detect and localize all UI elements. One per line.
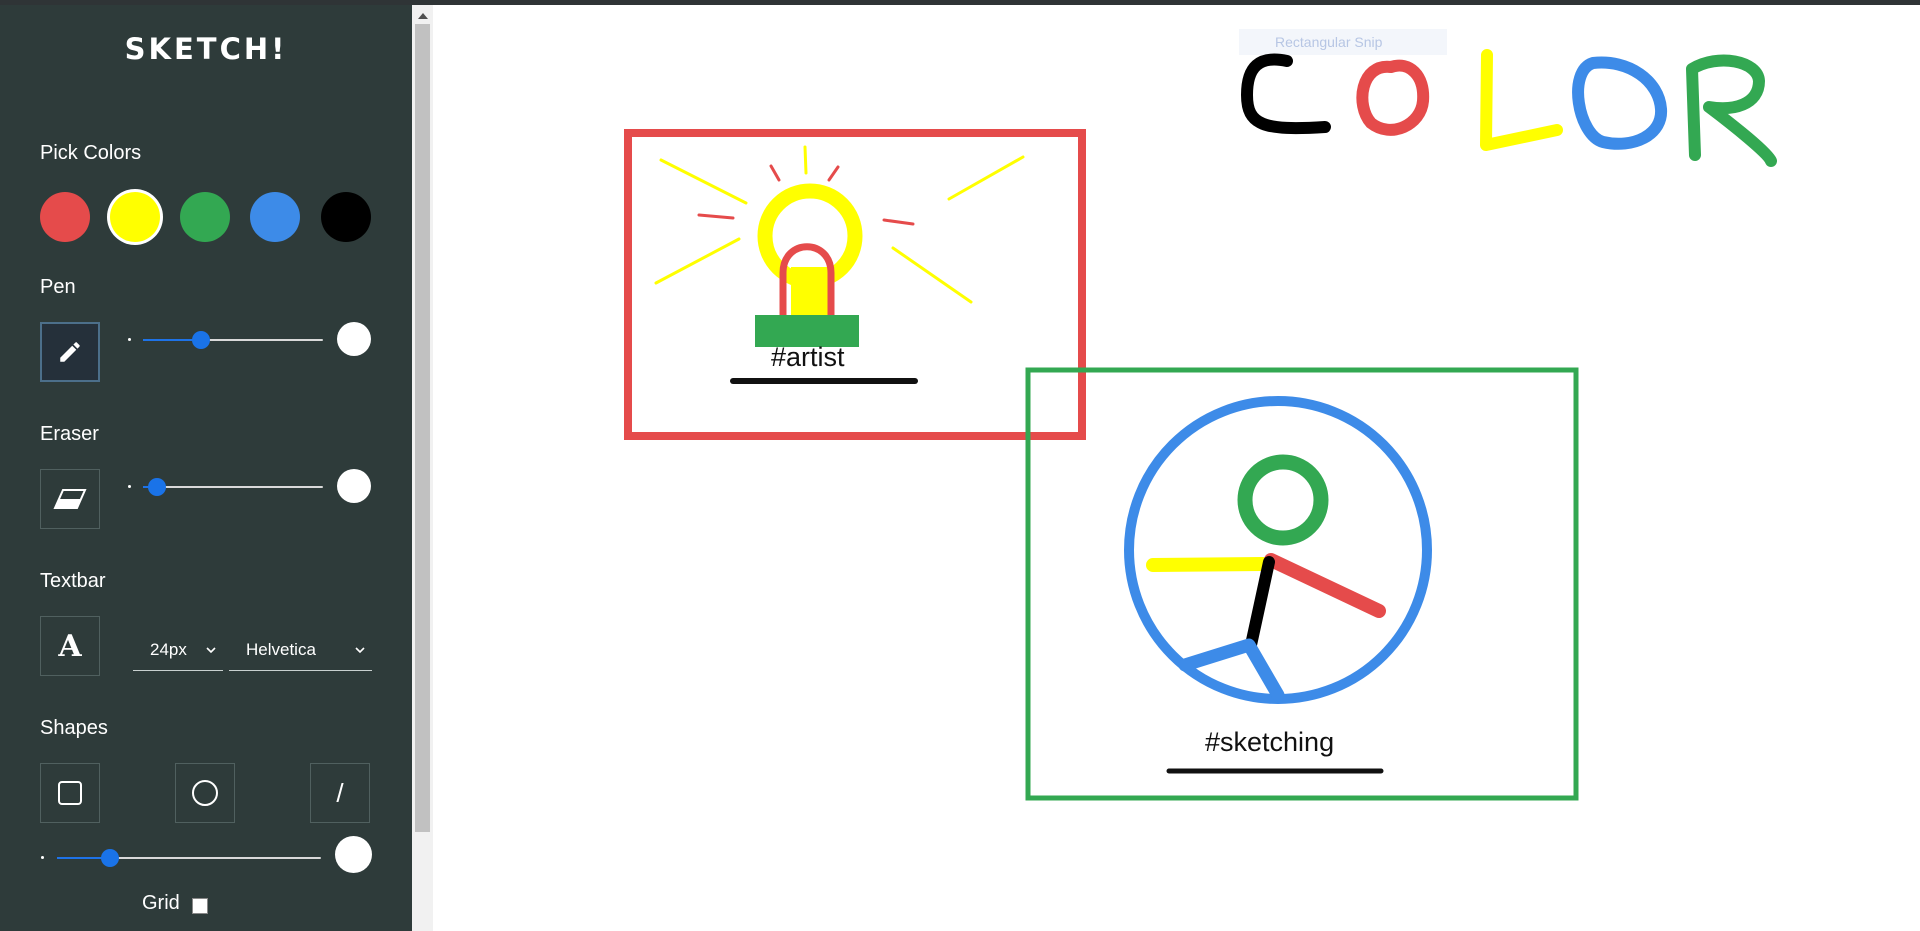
- bulb-base: [791, 267, 829, 322]
- tag-sketching: #sketching: [1205, 727, 1335, 757]
- font-family-select[interactable]: Helvetica: [229, 631, 372, 671]
- pick-colors-label: Pick Colors: [40, 142, 142, 164]
- color-swatch-black[interactable]: [321, 192, 371, 242]
- rectangle-tool-button[interactable]: [40, 763, 100, 823]
- color-swatch-green[interactable]: [180, 192, 230, 242]
- eraser-icon: [53, 488, 87, 510]
- line-icon: /: [336, 777, 344, 808]
- pen-label: Pen: [40, 276, 76, 298]
- pencil-icon: [57, 339, 83, 365]
- artist-drawing: [624, 129, 1086, 440]
- eraser-slider-thumb[interactable]: [148, 478, 167, 496]
- square-icon: [57, 780, 83, 806]
- app-title: SKETCH!: [124, 32, 288, 66]
- title-letter-r: [1686, 54, 1777, 167]
- color-swatch-blue[interactable]: [250, 192, 300, 242]
- scroll-up-arrow[interactable]: [418, 13, 428, 19]
- canvas-drawing: [624, 49, 1777, 801]
- shapes-label: Shapes: [40, 717, 108, 739]
- shape-slider-thumb[interactable]: [100, 849, 119, 867]
- eraser-tool-button[interactable]: [40, 469, 100, 529]
- sidebar-scrollbar[interactable]: [412, 5, 433, 931]
- color-swatch-red[interactable]: [40, 192, 90, 242]
- color-title-drawing: [1241, 49, 1777, 167]
- text-icon: A: [58, 628, 82, 664]
- textbar-label: Textbar: [40, 570, 106, 592]
- chevron-down-icon: [354, 641, 366, 661]
- grid-checkbox[interactable]: [192, 898, 208, 914]
- pen-max-size-dot: [337, 322, 371, 356]
- font-size-select[interactable]: 24px: [133, 631, 223, 671]
- line-tool-button[interactable]: /: [310, 763, 370, 823]
- title-letter-o: [1356, 59, 1430, 136]
- shape-size-slider[interactable]: [57, 849, 321, 867]
- figure-head: [1237, 454, 1329, 546]
- chevron-down-icon: [205, 641, 217, 661]
- text-tool-button[interactable]: A: [40, 616, 100, 676]
- grid-label: Grid: [142, 892, 180, 914]
- title-letter-o: [1572, 56, 1667, 150]
- pen-min-size-dot: [128, 338, 131, 341]
- pen-size-slider[interactable]: [143, 331, 323, 349]
- scrollbar-thumb[interactable]: [415, 24, 430, 832]
- figure-body: [1146, 553, 1386, 702]
- eraser-size-slider[interactable]: [143, 478, 323, 496]
- font-family-value: Helvetica: [246, 640, 316, 659]
- circle-icon: [191, 779, 219, 807]
- eraser-max-size-dot: [337, 469, 371, 503]
- sidebar: SKETCH! Pick Colors Pen Eraser Textbar A: [0, 5, 412, 931]
- eraser-label: Eraser: [40, 423, 99, 445]
- font-size-value: 24px: [150, 640, 187, 659]
- tag-artist: #artist: [771, 342, 845, 372]
- color-swatch-yellow[interactable]: [110, 192, 160, 242]
- drawing-canvas[interactable]: Rectangular Snip #artist #sketching: [433, 5, 1920, 931]
- figure-circle: [1124, 396, 1432, 704]
- title-letter-l: [1480, 49, 1563, 151]
- pen-slider-thumb[interactable]: [191, 331, 210, 349]
- title-letter-c: [1241, 53, 1331, 135]
- circle-tool-button[interactable]: [175, 763, 235, 823]
- pen-tool-button[interactable]: [40, 322, 100, 382]
- shape-min-size-dot: [41, 856, 44, 859]
- shape-max-size-dot: [335, 836, 372, 873]
- eraser-min-size-dot: [128, 485, 131, 488]
